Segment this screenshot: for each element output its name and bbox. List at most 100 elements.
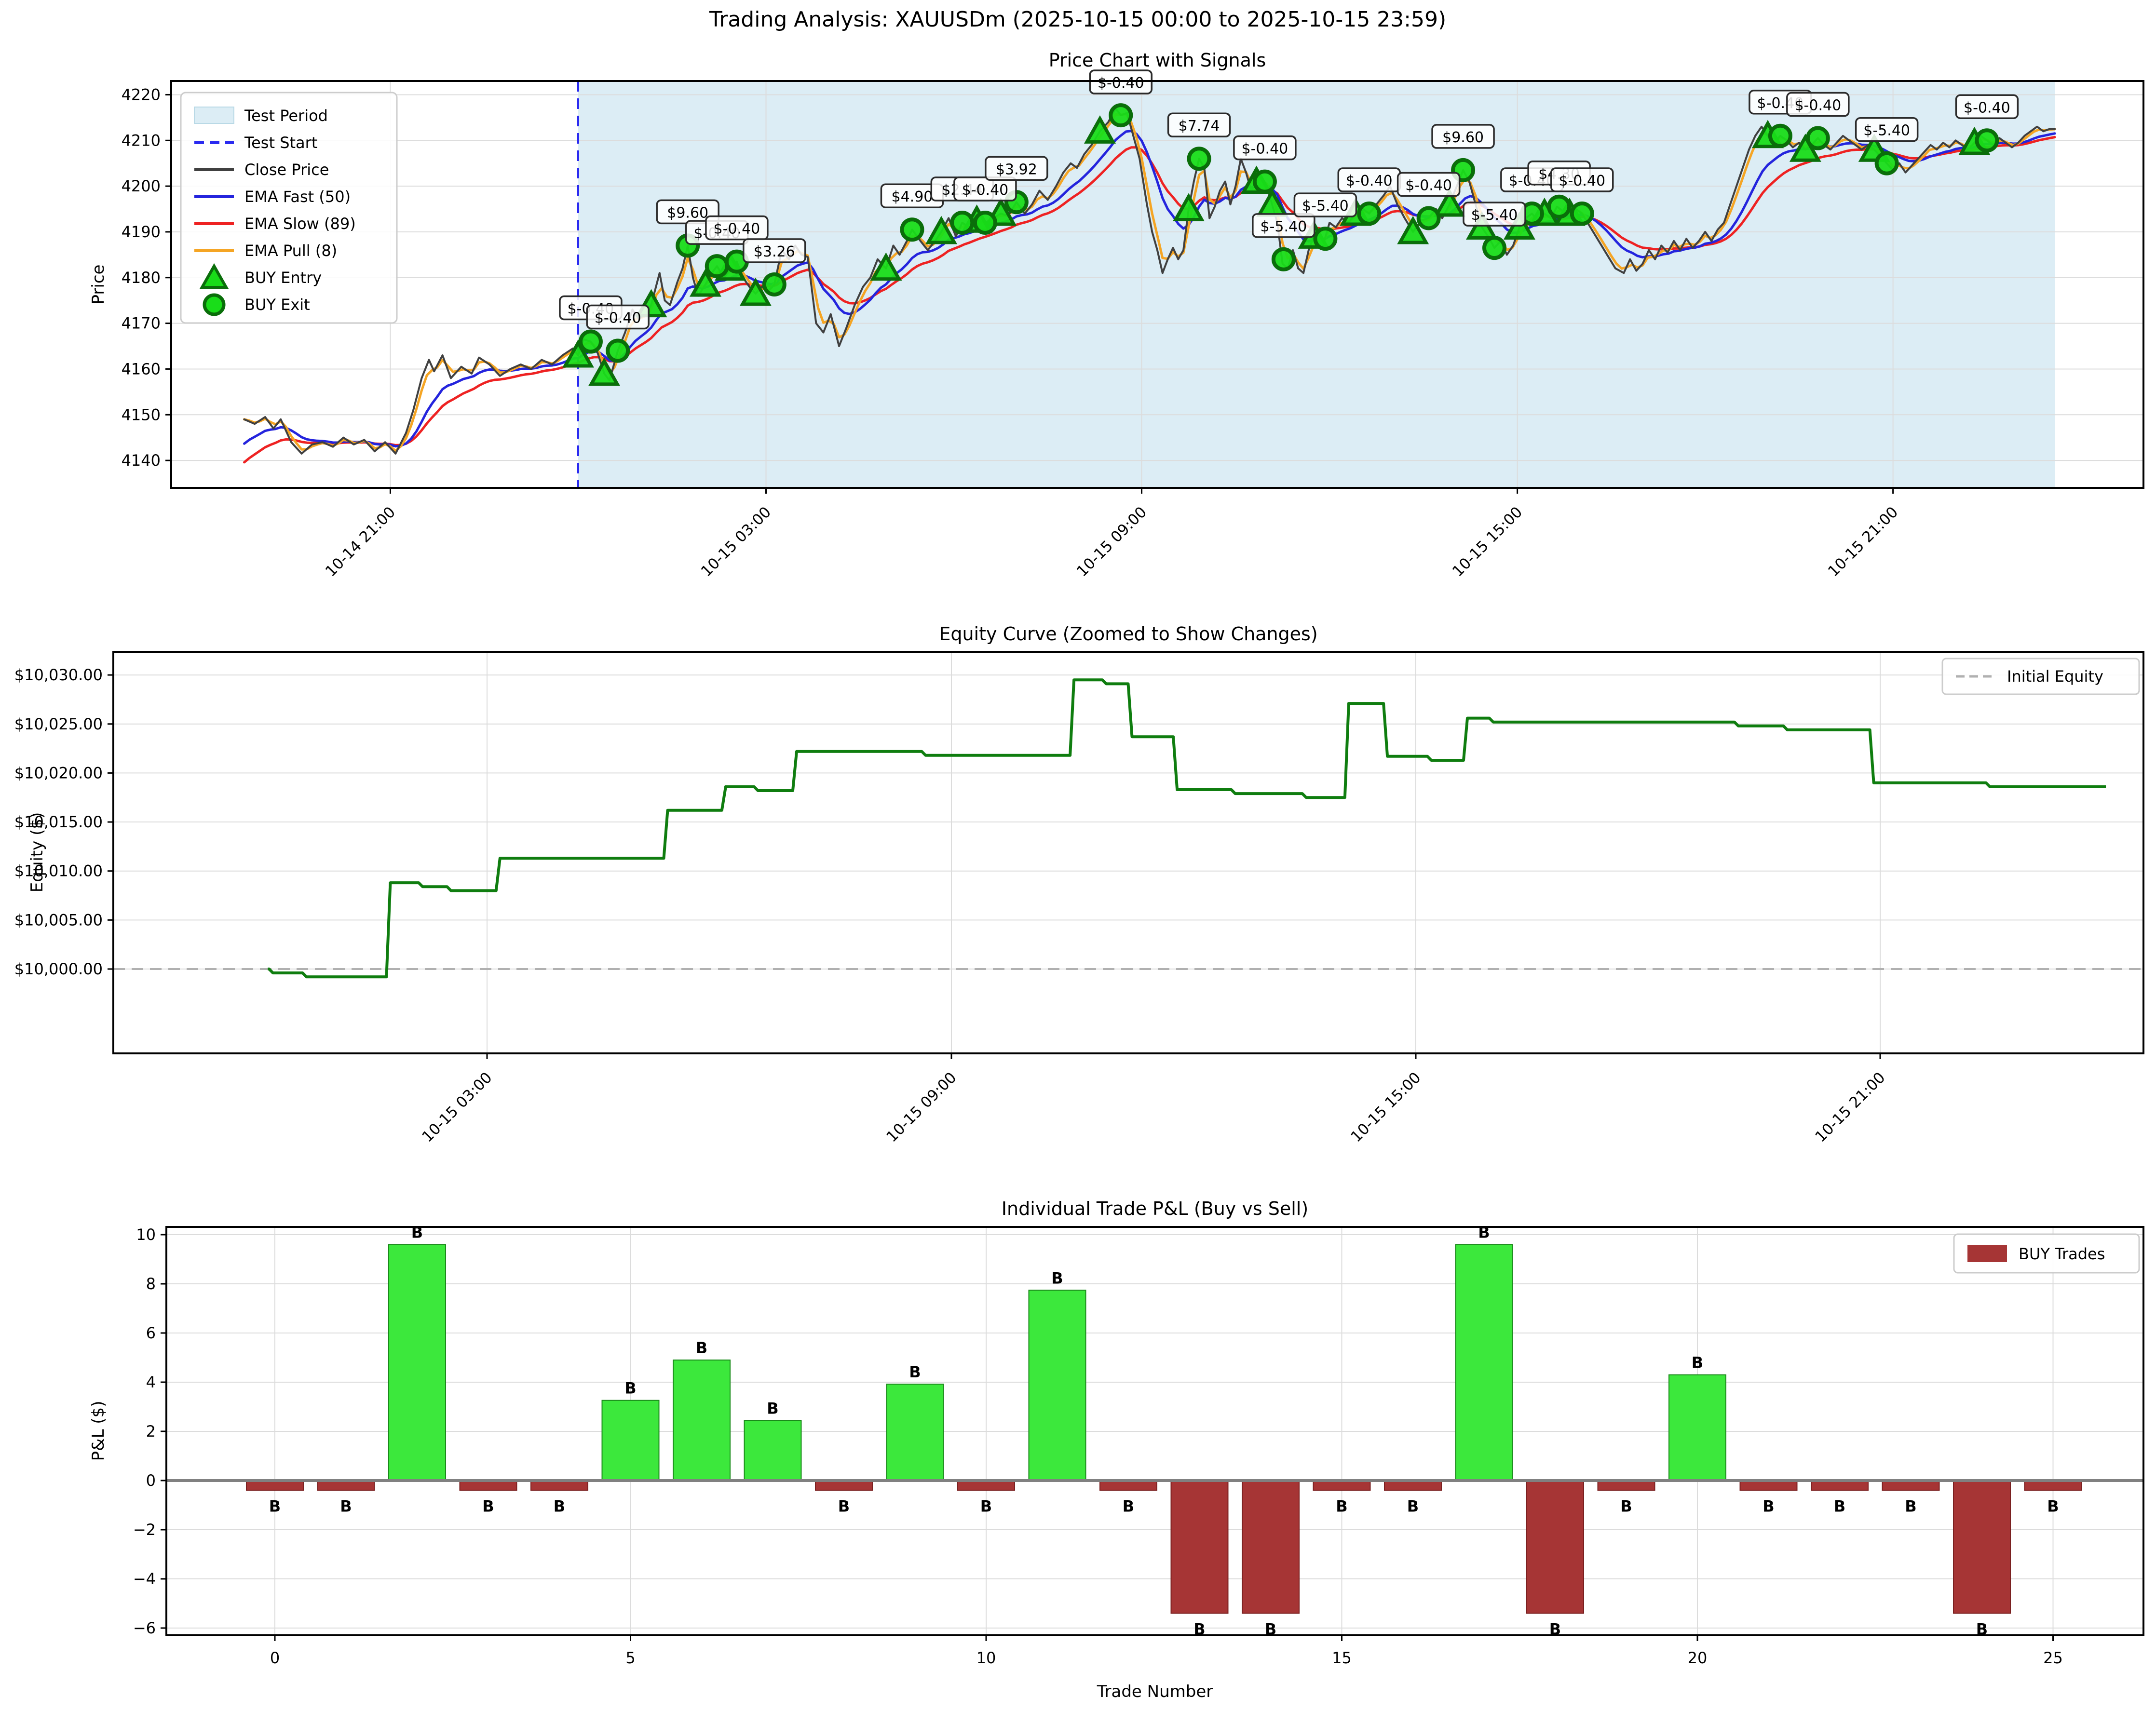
- pnl-ytick-label: 4: [146, 1373, 156, 1391]
- pnl-bar: [815, 1481, 872, 1490]
- buy-exit-marker: [1808, 128, 1828, 148]
- pnl-bar: [460, 1481, 517, 1490]
- annotation-label: $-0.40: [1964, 99, 2010, 116]
- price-ylabel: Price: [89, 265, 108, 305]
- price-chart: Price Chart with Signals Price $-0.40$-0…: [89, 50, 2143, 580]
- pnl-xtick-label: 15: [1332, 1649, 1352, 1667]
- pnl-bar: [1242, 1481, 1299, 1613]
- price-ytick-label: 4140: [122, 451, 161, 470]
- pnl-bar-label: B: [554, 1497, 565, 1515]
- pnl-bar-label: B: [1834, 1497, 1845, 1515]
- buy-exit-marker: [707, 256, 727, 276]
- annotation-label: $-0.40: [1242, 141, 1288, 158]
- buy-exit-marker: [581, 332, 601, 352]
- pnl-xtick-label: 25: [2043, 1649, 2063, 1667]
- buy-exit-marker: [1977, 130, 1997, 150]
- pnl-bar-label: B: [2047, 1497, 2059, 1515]
- pnl-bar-label: B: [482, 1497, 494, 1515]
- pnl-bar: [1883, 1481, 1939, 1490]
- pnl-bar: [1029, 1290, 1086, 1481]
- pnl-ytick-label: −6: [133, 1619, 156, 1637]
- annotation-label: $-5.40: [1863, 122, 1910, 139]
- pnl-bar-label: B: [340, 1497, 352, 1515]
- equity-ytick-label: $10,005.00: [14, 911, 103, 929]
- pnl-bar: [1669, 1375, 1726, 1481]
- buy-exit-marker: [1419, 208, 1439, 228]
- price-ytick-label: 4150: [122, 405, 161, 424]
- price-legend-label: Test Period: [244, 107, 328, 125]
- buy-exit-marker: [1770, 126, 1790, 146]
- price-legend-label: EMA Pull (8): [244, 242, 337, 260]
- pnl-bar: [1384, 1481, 1441, 1490]
- equity-xtick-label: 10-15 09:00: [883, 1069, 960, 1145]
- pnl-ytick-label: 6: [146, 1324, 156, 1342]
- pnl-ytick-label: 2: [146, 1422, 156, 1441]
- price-ytick-label: 4200: [122, 177, 161, 195]
- price-legend-label: EMA Fast (50): [244, 188, 351, 206]
- buy-exit-marker: [1255, 172, 1275, 192]
- pnl-xtick-label: 5: [625, 1649, 635, 1667]
- price-legend-label: EMA Slow (89): [244, 215, 356, 233]
- annotation-label: $9.60: [1442, 129, 1484, 146]
- buy-exit-marker: [1484, 238, 1505, 258]
- pnl-bar: [2025, 1481, 2082, 1490]
- equity-ytick-label: $10,030.00: [14, 666, 103, 684]
- price-legend-label: Test Start: [244, 134, 317, 152]
- pnl-bar: [1811, 1481, 1868, 1490]
- pnl-chart: Individual Trade P&L (Buy vs Sell) P&L (…: [89, 1198, 2143, 1701]
- pnl-bar-label: B: [624, 1379, 636, 1398]
- pnl-bar-label: B: [1051, 1269, 1063, 1287]
- buy-exit-marker: [952, 213, 972, 233]
- equity-plot-frame: [113, 652, 2143, 1053]
- equity-chart: Equity Curve (Zoomed to Show Changes) Eq…: [14, 623, 2143, 1145]
- annotation-label: $7.74: [1179, 118, 1220, 135]
- pnl-ylabel: P&L ($): [89, 1401, 108, 1461]
- pnl-bar: [1456, 1244, 1513, 1481]
- pnl-bar-label: B: [980, 1497, 992, 1515]
- pnl-ytick-label: −2: [133, 1521, 156, 1539]
- pnl-bar: [1953, 1481, 2010, 1613]
- pnl-bar-label: B: [1763, 1497, 1774, 1515]
- annotation-label: $-0.40: [714, 221, 760, 238]
- pnl-ytick-label: −4: [133, 1570, 156, 1588]
- figure-title: Trading Analysis: XAUUSDm (2025-10-15 00…: [709, 7, 1446, 32]
- equity-xtick-label: 10-15 21:00: [1812, 1069, 1888, 1145]
- buy-exit-marker: [764, 274, 785, 295]
- pnl-bar: [745, 1421, 801, 1481]
- legend-buy-trades-swatch: [1967, 1245, 2007, 1262]
- buy-exit-marker: [1274, 249, 1294, 269]
- annotation-label: $-5.40: [1302, 198, 1349, 215]
- price-ytick-label: 4220: [122, 85, 161, 104]
- price-xtick-label: 10-15 03:00: [698, 503, 774, 580]
- price-legend-label: Close Price: [244, 161, 329, 179]
- annotation-label: $4.90: [892, 189, 933, 205]
- pnl-xtick-label: 10: [976, 1649, 996, 1667]
- annotation-label: $-0.40: [1405, 177, 1452, 194]
- pnl-bar-label: B: [696, 1339, 707, 1357]
- pnl-bar-label: B: [1905, 1497, 1916, 1515]
- pnl-bar-label: B: [1620, 1497, 1632, 1515]
- equity-xtick-label: 10-15 03:00: [419, 1069, 495, 1145]
- pnl-bar: [958, 1481, 1015, 1490]
- pnl-bar-label: B: [1336, 1497, 1347, 1515]
- pnl-bar-label: B: [1123, 1497, 1134, 1515]
- pnl-ytick-label: 8: [146, 1275, 156, 1293]
- price-xtick-label: 10-15 09:00: [1073, 503, 1150, 580]
- price-xtick-label: 10-15 15:00: [1449, 503, 1526, 580]
- annotation-label: $-0.40: [1346, 173, 1393, 189]
- legend-test-period-swatch: [194, 107, 234, 123]
- pnl-ytick-label: 0: [146, 1471, 156, 1490]
- annotation-label: $-0.40: [1559, 173, 1605, 189]
- pnl-xlabel: Trade Number: [1097, 1682, 1213, 1701]
- equity-ytick-label: $10,025.00: [14, 715, 103, 733]
- pnl-bar: [1100, 1481, 1157, 1490]
- price-ytick-label: 4170: [122, 314, 161, 333]
- pnl-bar: [1527, 1481, 1584, 1613]
- pnl-bar: [389, 1244, 446, 1481]
- pnl-bar-label: B: [909, 1363, 921, 1381]
- pnl-xtick-label: 20: [1688, 1649, 1708, 1667]
- pnl-legend-label: BUY Trades: [2019, 1245, 2105, 1263]
- pnl-xtick-label: 0: [270, 1649, 280, 1667]
- legend-buy-exit-swatch: [204, 295, 224, 314]
- equity-legend-label: Initial Equity: [2007, 667, 2103, 686]
